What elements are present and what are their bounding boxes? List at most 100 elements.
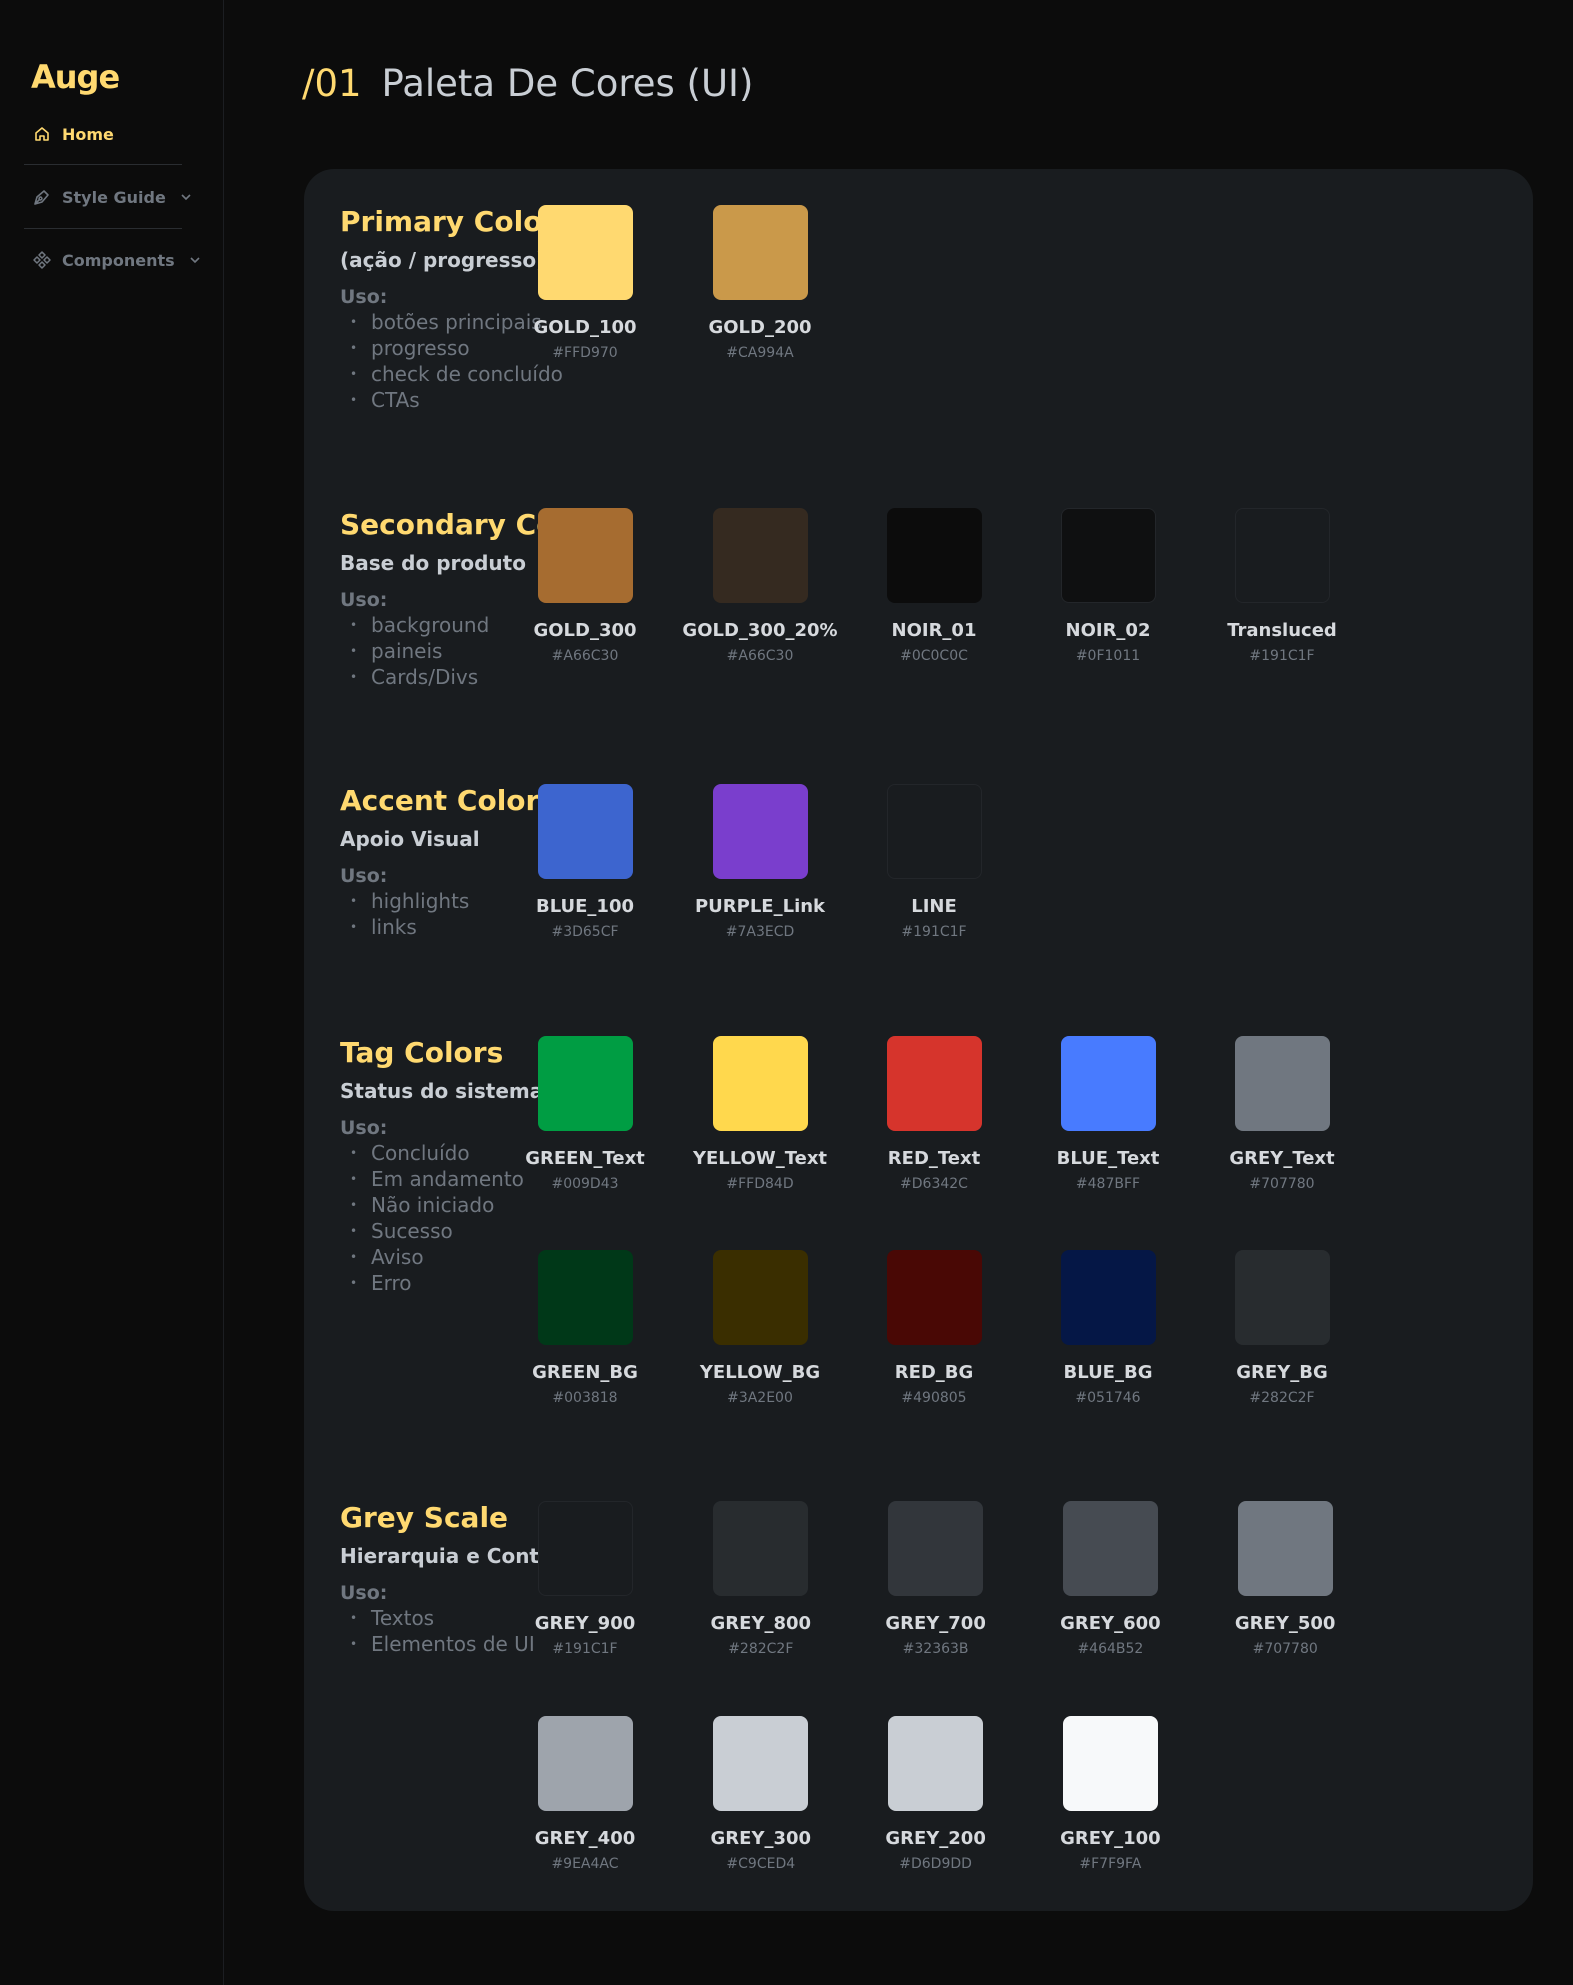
- color-swatch[interactable]: GREEN_Text #009D43: [498, 1036, 672, 1192]
- color-swatch[interactable]: NOIR_01 #0C0C0C: [847, 508, 1021, 664]
- color-chip[interactable]: [1234, 1250, 1330, 1345]
- color-chip[interactable]: [537, 205, 633, 300]
- chevron-down-icon[interactable]: [189, 253, 203, 267]
- color-chip[interactable]: [712, 508, 808, 603]
- swatch-hex: #051746: [1075, 1390, 1141, 1406]
- swatch-hex: #009D43: [551, 1176, 619, 1192]
- swatch-hex: #282C2F: [728, 1641, 794, 1657]
- color-swatch[interactable]: YELLOW_Text #FFD84D: [673, 1036, 847, 1192]
- swatch-hex: #282C2F: [1249, 1390, 1315, 1406]
- swatch-hex: #A66C30: [726, 648, 794, 664]
- color-swatch[interactable]: GREY_400 #9EA4AC: [498, 1716, 672, 1872]
- swatch-name: GREY_700: [885, 1613, 986, 1634]
- color-swatch[interactable]: BLUE_100 #3D65CF: [498, 784, 672, 940]
- color-swatch[interactable]: GREY_600 #464B52: [1023, 1501, 1197, 1657]
- color-chip[interactable]: [537, 1716, 633, 1811]
- swatch-name: RED_Text: [887, 1148, 981, 1169]
- swatch-hex: #0C0C0C: [900, 648, 968, 664]
- color-swatch[interactable]: GREY_300 #C9CED4: [674, 1716, 848, 1872]
- page-title-text: Paleta De Cores (UI): [381, 62, 754, 105]
- color-chip[interactable]: [886, 1036, 982, 1131]
- color-chip[interactable]: [888, 1716, 984, 1811]
- sidebar-item-style-guide[interactable]: Style Guide: [32, 187, 194, 207]
- color-chip[interactable]: [537, 1036, 633, 1131]
- color-chip[interactable]: [886, 784, 982, 879]
- swatch-hex: #487BFF: [1075, 1176, 1141, 1192]
- swatch-hex: #F7F9FA: [1079, 1856, 1142, 1872]
- swatch-hex: #CA994A: [726, 345, 794, 361]
- sidebar-item-label: Components: [62, 250, 175, 270]
- swatch-name: GOLD_200: [708, 317, 812, 338]
- color-swatch[interactable]: Transluced #191C1F: [1195, 508, 1369, 664]
- swatch-name: GREY_800: [710, 1613, 812, 1634]
- swatch-name: GOLD_300: [533, 620, 637, 641]
- app-logo[interactable]: Auge: [31, 58, 120, 96]
- color-swatch[interactable]: YELLOW_BG #3A2E00: [673, 1250, 847, 1406]
- color-swatch[interactable]: GREY_100 #F7F9FA: [1023, 1716, 1197, 1872]
- swatch-name: GREEN_Text: [525, 1148, 645, 1169]
- color-chip[interactable]: [537, 508, 633, 603]
- swatch-name: BLUE_BG: [1063, 1362, 1153, 1383]
- swatch-name: GREEN_BG: [532, 1362, 638, 1383]
- color-swatch[interactable]: LINE #191C1F: [847, 784, 1021, 940]
- color-swatch[interactable]: GREY_900 #191C1F: [498, 1501, 672, 1657]
- color-swatch[interactable]: GREY_800 #282C2F: [674, 1501, 848, 1657]
- chevron-down-icon[interactable]: [180, 190, 194, 204]
- color-swatch[interactable]: BLUE_BG #051746: [1021, 1250, 1195, 1406]
- color-swatch[interactable]: GREY_500 #707780: [1198, 1501, 1372, 1657]
- color-chip[interactable]: [712, 784, 808, 879]
- color-chip[interactable]: [713, 1716, 809, 1811]
- color-swatch[interactable]: GOLD_300_20% #A66C30: [673, 508, 847, 664]
- color-swatch[interactable]: BLUE_Text #487BFF: [1021, 1036, 1195, 1192]
- swatch-name: GOLD_300_20%: [682, 620, 838, 641]
- color-chip[interactable]: [1062, 1501, 1158, 1596]
- color-swatch[interactable]: NOIR_02 #0F1011: [1021, 508, 1195, 664]
- color-chip[interactable]: [1237, 1501, 1333, 1596]
- color-chip[interactable]: [888, 1501, 984, 1596]
- usage-item: Cards/Divs: [340, 664, 640, 690]
- color-chip[interactable]: [712, 1036, 808, 1131]
- swatch-hex: #3D65CF: [551, 924, 619, 940]
- swatch-name: GOLD_100: [533, 317, 637, 338]
- color-chip[interactable]: [713, 1501, 809, 1596]
- color-swatch[interactable]: GREEN_BG #003818: [498, 1250, 672, 1406]
- swatch-hex: #C9CED4: [726, 1856, 796, 1872]
- color-chip[interactable]: [1234, 1036, 1330, 1131]
- swatch-name: BLUE_Text: [1056, 1148, 1160, 1169]
- color-chip[interactable]: [1234, 508, 1330, 603]
- color-swatch[interactable]: GREY_Text #707780: [1195, 1036, 1369, 1192]
- sidebar-item-components[interactable]: Components: [32, 250, 203, 270]
- sidebar-divider: [24, 164, 182, 165]
- color-chip[interactable]: [886, 508, 982, 603]
- color-chip[interactable]: [1062, 1716, 1158, 1811]
- swatch-name: GREY_200: [885, 1828, 986, 1849]
- swatch-hex: #191C1F: [552, 1641, 618, 1657]
- color-chip[interactable]: [537, 784, 633, 879]
- swatch-name: NOIR_01: [891, 620, 977, 641]
- color-chip[interactable]: [886, 1250, 982, 1345]
- color-swatch[interactable]: GOLD_300 #A66C30: [498, 508, 672, 664]
- swatch-hex: #A66C30: [551, 648, 619, 664]
- color-swatch[interactable]: GREY_200 #D6D9DD: [849, 1716, 1023, 1872]
- color-chip[interactable]: [537, 1501, 633, 1596]
- color-chip[interactable]: [1060, 1036, 1156, 1131]
- color-swatch[interactable]: GREY_BG #282C2F: [1195, 1250, 1369, 1406]
- swatch-hex: #FFD84D: [726, 1176, 794, 1192]
- color-chip[interactable]: [537, 1250, 633, 1345]
- swatch-name: GREY_BG: [1236, 1362, 1328, 1383]
- color-swatch[interactable]: GOLD_200 #CA994A: [673, 205, 847, 361]
- swatch-name: GREY_600: [1060, 1613, 1161, 1634]
- sidebar-item-home[interactable]: Home: [32, 124, 114, 144]
- color-chip[interactable]: [1060, 1250, 1156, 1345]
- swatch-hex: #0F1011: [1075, 648, 1141, 664]
- color-swatch[interactable]: GREY_700 #32363B: [849, 1501, 1023, 1657]
- swatch-hex: #9EA4AC: [551, 1856, 619, 1872]
- color-chip[interactable]: [712, 1250, 808, 1345]
- color-chip[interactable]: [712, 205, 808, 300]
- color-swatch[interactable]: RED_Text #D6342C: [847, 1036, 1021, 1192]
- color-chip[interactable]: [1060, 508, 1156, 603]
- swatch-hex: #D6342C: [900, 1176, 968, 1192]
- color-swatch[interactable]: RED_BG #490805: [847, 1250, 1021, 1406]
- color-swatch[interactable]: GOLD_100 #FFD970: [498, 205, 672, 361]
- color-swatch[interactable]: PURPLE_Link #7A3ECD: [673, 784, 847, 940]
